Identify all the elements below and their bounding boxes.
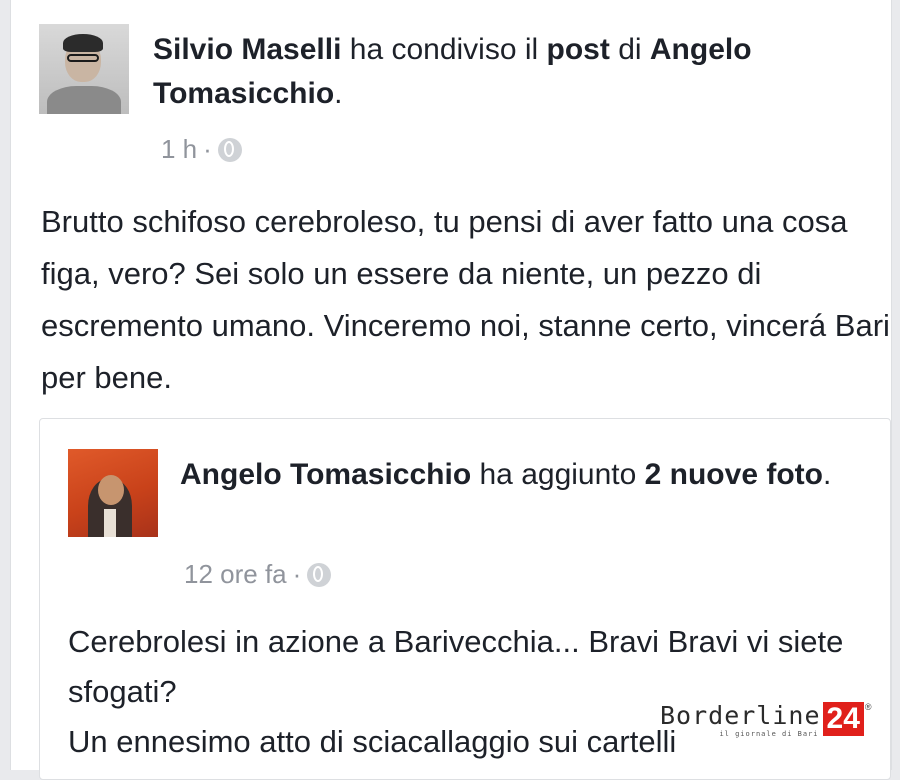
registered-icon: ®: [864, 702, 872, 712]
embedded-timestamp[interactable]: 12 ore fa: [184, 559, 287, 590]
embedded-post-text: Cerebrolesi in azione a Barivecchia... B…: [68, 617, 878, 767]
shared-label: ha condiviso il: [341, 33, 547, 66]
post-timestamp[interactable]: 1 h: [161, 134, 197, 165]
embedded-header-dot: .: [822, 458, 832, 491]
watermark-word: Borderline: [660, 701, 821, 730]
source-author-avatar[interactable]: [68, 449, 158, 537]
photos-link[interactable]: 2 nuove foto: [645, 458, 823, 491]
watermark-number: 24: [822, 702, 864, 736]
embedded-post-meta: 12 ore fa ·: [184, 559, 332, 590]
embedded-meta-separator: ·: [292, 559, 302, 589]
author-avatar[interactable]: [39, 24, 129, 114]
post-link[interactable]: post: [547, 33, 610, 66]
of-label: di: [609, 33, 650, 66]
post-body-text: Brutto schifoso cerebroleso, tu pensi di…: [41, 204, 890, 395]
globe-icon[interactable]: [307, 562, 332, 587]
globe-icon[interactable]: [217, 137, 242, 162]
shared-post-card: Silvio Maselli ha condiviso il post di A…: [10, 0, 892, 780]
embedded-author-link[interactable]: Angelo Tomasicchio: [180, 458, 471, 491]
watermark-tagline: il giornale di Bari: [719, 730, 819, 738]
embedded-post-header: Angelo Tomasicchio ha aggiunto 2 nuove f…: [180, 451, 880, 499]
borderline24-watermark-logo: Borderline il giornale di Bari 24 ®: [660, 701, 872, 739]
header-dot: .: [334, 77, 343, 110]
action-label: ha aggiunto: [471, 458, 645, 491]
author-name-link[interactable]: Silvio Maselli: [153, 33, 341, 66]
meta-separator: ·: [203, 134, 212, 164]
post-meta: 1 h ·: [161, 134, 242, 165]
post-header: Silvio Maselli ha condiviso il post di A…: [153, 28, 873, 116]
